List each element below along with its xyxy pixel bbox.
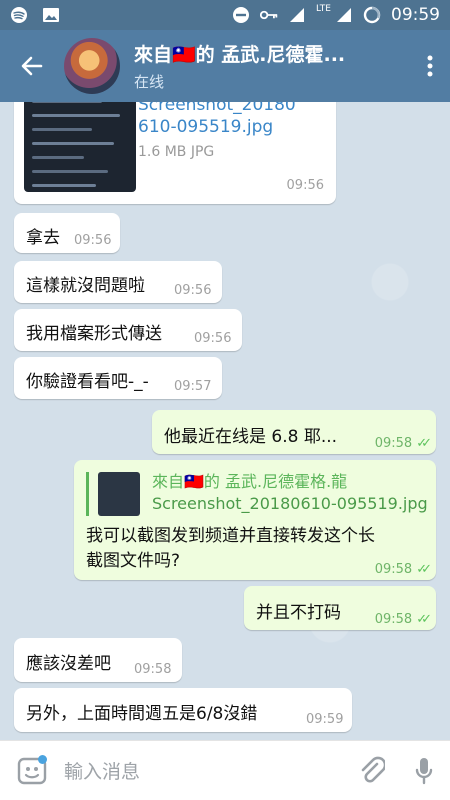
message-time: 09:58 <box>134 662 172 677</box>
message-text: 這樣就沒問題啦 <box>26 276 145 296</box>
message-input[interactable]: 輸入消息 <box>64 757 346 784</box>
notification-dot <box>38 754 47 764</box>
message-meta: 09:58 ✓✓ <box>374 432 432 452</box>
file-thumbnail[interactable] <box>24 102 136 192</box>
microphone-icon <box>415 757 433 784</box>
message-bubble[interactable]: 應該沒差吧 09:58 <box>14 638 182 682</box>
spotify-icon <box>10 6 28 24</box>
message-bubble[interactable]: 你驗證看看吧-_- 09:57 <box>14 357 222 399</box>
read-checkmarks-icon: ✓✓ <box>416 562 432 577</box>
status-bar: LTE 09:59 <box>0 0 450 30</box>
clock: 09:59 <box>391 5 440 25</box>
avatar[interactable] <box>64 38 120 94</box>
key-icon <box>260 6 278 24</box>
more-vertical-icon <box>427 55 433 77</box>
chat-status: 在线 <box>134 73 165 91</box>
file-message[interactable]: Screenshot_20180 610-095519.jpg 1.6 MB J… <box>14 102 336 204</box>
back-button[interactable] <box>0 30 64 102</box>
image-icon <box>42 6 60 24</box>
message-time: 09:56 <box>74 233 112 248</box>
message-time: 09:58 <box>374 612 413 627</box>
voice-record-button[interactable] <box>398 741 450 800</box>
message-time: 09:56 <box>286 178 324 193</box>
message-bubble[interactable]: 拿去 09:56 <box>14 213 120 253</box>
message-text: 應該沒差吧 <box>26 654 111 674</box>
message-time: 09:58 <box>374 436 413 451</box>
chat-info[interactable]: 來自🇹🇼的 孟武.尼德霍... 在线 <box>134 40 410 92</box>
reply-quote-bar <box>86 472 89 516</box>
reply-thumbnail <box>98 472 140 516</box>
arrow-left-icon <box>21 56 43 76</box>
read-checkmarks-icon: ✓✓ <box>416 436 432 451</box>
message-text: 另外，上面時間週五是6/8沒錯 <box>26 704 258 724</box>
signal-icon-2 <box>335 6 353 24</box>
message-bubble[interactable]: 我用檔案形式傳送 09:56 <box>14 309 242 351</box>
read-checkmarks-icon: ✓✓ <box>416 612 432 627</box>
dnd-icon <box>232 6 250 24</box>
file-name[interactable]: Screenshot_20180 610-095519.jpg <box>138 102 296 138</box>
message-time: 09:59 <box>306 712 344 727</box>
message-text: 并且不打码 <box>256 603 341 623</box>
message-text: 你驗證看看吧-_- <box>26 372 149 392</box>
signal-icon <box>288 6 306 24</box>
message-time: 09:57 <box>174 379 212 394</box>
more-menu-button[interactable] <box>410 30 450 102</box>
message-list[interactable]: Screenshot_20180 610-095519.jpg 1.6 MB J… <box>0 102 450 740</box>
message-bubble[interactable]: 并且不打码 09:58 ✓✓ <box>244 586 436 630</box>
message-text: 他最近在线是 6.8 耶... <box>164 427 338 447</box>
network-type: LTE <box>316 4 331 14</box>
paperclip-icon <box>361 756 385 783</box>
reply-message-bubble[interactable]: 來自🇹🇼的 孟武.尼德霍格.龍 Screenshot_20180610-0955… <box>74 460 436 580</box>
message-text: 我用檔案形式傳送 <box>26 324 162 344</box>
file-size: 1.6 MB JPG <box>138 144 215 160</box>
chat-header: 來自🇹🇼的 孟武.尼德霍... 在线 <box>0 30 450 102</box>
message-bubble[interactable]: 這樣就沒問題啦 09:56 <box>14 261 222 303</box>
composer: 輸入消息 <box>0 740 450 800</box>
message-bubble[interactable]: 他最近在线是 6.8 耶... 09:58 ✓✓ <box>152 410 436 454</box>
message-meta: 09:58 ✓✓ <box>374 608 432 628</box>
message-time: 09:56 <box>174 283 212 298</box>
message-time: 09:56 <box>194 331 232 346</box>
reply-author[interactable]: 來自🇹🇼的 孟武.尼德霍格.龍 <box>152 468 347 492</box>
message-time: 09:58 <box>374 562 413 577</box>
message-meta: 09:58 ✓✓ <box>374 558 432 578</box>
chat-title: 來自🇹🇼的 孟武.尼德霍... <box>134 44 346 66</box>
battery-icon <box>363 6 381 24</box>
message-text: 拿去 <box>26 228 60 248</box>
sticker-button[interactable] <box>0 741 64 800</box>
message-text: 我可以截图发到频道并直接转发这个长 截图文件吗? <box>86 526 375 571</box>
reply-snippet[interactable]: Screenshot_20180610-095519.jpg <box>152 494 428 513</box>
message-bubble[interactable]: 另外，上面時間週五是6/8沒錯 09:59 <box>14 688 352 732</box>
attach-button[interactable] <box>346 741 398 800</box>
